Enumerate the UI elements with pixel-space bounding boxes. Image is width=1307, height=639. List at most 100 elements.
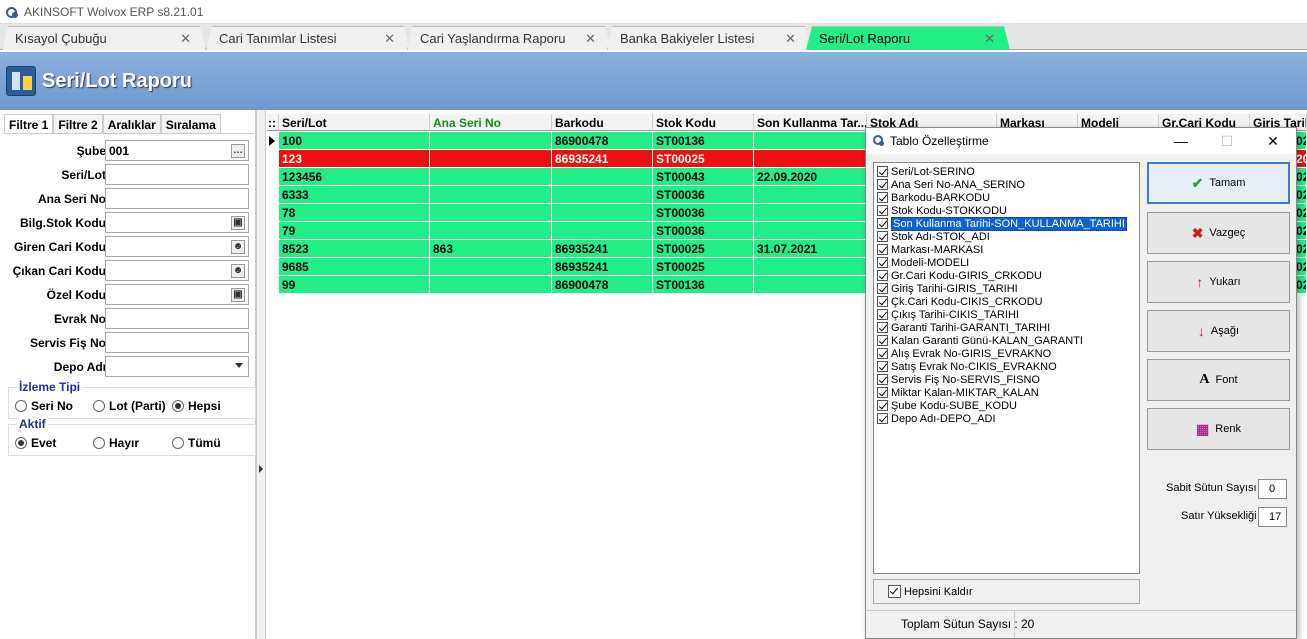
radio-tumu[interactable]: Tümü [172,436,221,450]
column-checklist-item[interactable]: Stok Kodu-STOKKODU [877,204,1007,217]
table-cell[interactable] [430,276,552,294]
table-cell[interactable]: 8523 [279,240,430,258]
close-icon[interactable]: ✕ [585,31,596,47]
table-cell[interactable]: 123 [279,150,430,168]
table-cell[interactable] [552,168,653,186]
table-cell[interactable]: 86935241 [552,258,653,276]
checkbox-icon[interactable] [877,348,888,359]
checkbox-icon[interactable] [877,192,888,203]
radio-hayir[interactable]: Hayır [93,436,139,450]
panel-splitter[interactable] [256,110,266,639]
checkbox-icon[interactable] [877,296,888,307]
table-cell[interactable]: 100 [279,132,430,150]
column-checklist-item[interactable]: Depo Adı-DEPO_ADI [877,412,996,425]
checkbox-icon[interactable] [877,205,888,216]
table-cell[interactable]: ST00036 [653,222,754,240]
checkbox-icon[interactable] [877,257,888,268]
person-lookup-icon[interactable]: ☻ [231,264,245,278]
table-cell[interactable]: 9685 [279,258,430,276]
close-icon[interactable]: ✕ [984,31,995,47]
column-checklist-item[interactable]: Çk.Cari Kodu-CIKIS_CRKODU [877,295,1043,308]
lookup-icon[interactable]: ▣ [231,216,245,230]
table-cell[interactable] [754,276,867,294]
radio-hepsi[interactable]: Hepsi [172,399,221,413]
column-checklist-item[interactable]: Giriş Tarihi-GIRIS_TARIHI [877,282,1018,295]
table-cell[interactable]: 86900478 [552,276,653,294]
checkbox-icon[interactable] [877,335,888,346]
sabit-sutun-input[interactable]: 0 [1258,479,1287,499]
table-cell[interactable] [552,204,653,222]
table-cell[interactable] [754,258,867,276]
person-lookup-icon[interactable]: ☻ [231,240,245,254]
servis-fis-no-input[interactable] [105,332,249,353]
radio-seri-no[interactable]: Seri No [15,399,73,413]
tab-kisayol-cubugu[interactable]: Kısayol Çubuğu ✕ [2,26,206,50]
checkbox-icon[interactable] [877,309,888,320]
table-cell[interactable]: 863 [430,240,552,258]
chevron-down-icon[interactable] [235,363,243,368]
column-checklist-item[interactable]: Barkodu-BARKODU [877,191,990,204]
column-checklist-item[interactable]: Seri/Lot-SERINO [877,165,975,178]
checkbox-icon[interactable] [877,387,888,398]
tab-araliklar[interactable]: Aralıklar [102,114,161,134]
collapse-arrow-icon[interactable] [259,465,263,473]
lookup-icon[interactable]: ▣ [231,288,245,302]
column-checklist-item[interactable]: Son Kullanma Tarihi-SON_KULLANMA_TARIHI [877,216,1127,231]
checkbox-icon[interactable] [877,400,888,411]
table-cell[interactable] [754,150,867,168]
tab-filtre-1[interactable]: Filtre 1 [4,114,54,134]
tab-seri-lot-raporu[interactable]: Seri/Lot Raporu ✕ [806,26,1010,50]
table-cell[interactable]: ST00043 [653,168,754,186]
tab-banka-bakiyeler[interactable]: Banka Bakiyeler Listesi ✕ [607,26,811,50]
table-cell[interactable]: 99 [279,276,430,294]
hepsini-kaldir-checkbox[interactable]: Hepsini Kaldır [873,579,1140,604]
column-checklist-item[interactable]: Alış Evrak No-GIRIS_EVRAKNO [877,347,1051,360]
table-cell[interactable]: 86935241 [552,150,653,168]
table-cell[interactable] [430,204,552,222]
tab-filtre-2[interactable]: Filtre 2 [53,114,103,134]
column-checklist-item[interactable]: Markası-MARKASI [877,243,983,256]
close-icon[interactable]: ✕ [785,31,796,47]
column-checklist-item[interactable]: Gr.Cari Kodu-GIRIS_CRKODU [877,269,1042,282]
table-cell[interactable]: 31.07.2021 [754,240,867,258]
checkbox-icon[interactable] [877,166,888,177]
column-checklist-item[interactable]: Modeli-MODELI [877,256,969,269]
column-checklist-item[interactable]: Servis Fiş No-SERVIS_FISNO [877,373,1040,386]
table-cell[interactable] [552,222,653,240]
table-cell[interactable]: ST00025 [653,258,754,276]
table-cell[interactable] [754,186,867,204]
column-checklist-item[interactable]: Satış Evrak No-CIKIS_EVRAKNO [877,360,1057,373]
satir-yuksekligi-input[interactable]: 17 [1258,507,1287,527]
tamam-button[interactable]: ✔ Tamam [1147,162,1290,204]
grid-corner[interactable]: :: [267,114,279,131]
col-header-son-kullanma[interactable]: Son Kullanma Tar... [754,114,867,131]
table-cell[interactable]: ST00036 [653,186,754,204]
column-checklist-item[interactable]: Çıkış Tarihi-CIKIS_TARIHI [877,308,1019,321]
table-cell[interactable]: ST00025 [653,150,754,168]
table-cell[interactable]: 22.09.2020 [754,168,867,186]
table-cell[interactable] [430,132,552,150]
giren-cari-kodu-input[interactable]: ☻ [105,236,249,257]
column-checklist-item[interactable]: Garanti Tarihi-GARANTI_TARIHI [877,321,1050,334]
checkbox-icon[interactable] [877,218,888,229]
cikan-cari-kodu-input[interactable]: ☻ [105,260,249,281]
table-cell[interactable]: ST00136 [653,276,754,294]
close-icon[interactable]: ✕ [1250,128,1296,154]
ozel-kodu-input[interactable]: ▣ [105,284,249,305]
column-checklist-item[interactable]: Ana Seri No-ANA_SERINO [877,178,1025,191]
ana-seri-no-input[interactable] [105,188,249,209]
table-cell[interactable]: ST00025 [653,240,754,258]
checkbox-icon[interactable] [877,322,888,333]
table-cell[interactable]: ST00136 [653,132,754,150]
radio-lot-parti[interactable]: Lot (Parti) [93,399,166,413]
table-cell[interactable] [430,258,552,276]
checkbox-icon[interactable] [877,413,888,424]
table-cell[interactable]: 6333 [279,186,430,204]
table-cell[interactable] [552,186,653,204]
col-header-stok-kodu[interactable]: Stok Kodu [653,114,754,131]
col-header-seri-lot[interactable]: Seri/Lot [279,114,430,131]
tab-cari-tanimlar[interactable]: Cari Tanımlar Listesi ✕ [206,26,410,50]
checkbox-icon[interactable] [877,244,888,255]
seri-lot-input[interactable] [105,164,249,185]
table-cell[interactable]: 79 [279,222,430,240]
